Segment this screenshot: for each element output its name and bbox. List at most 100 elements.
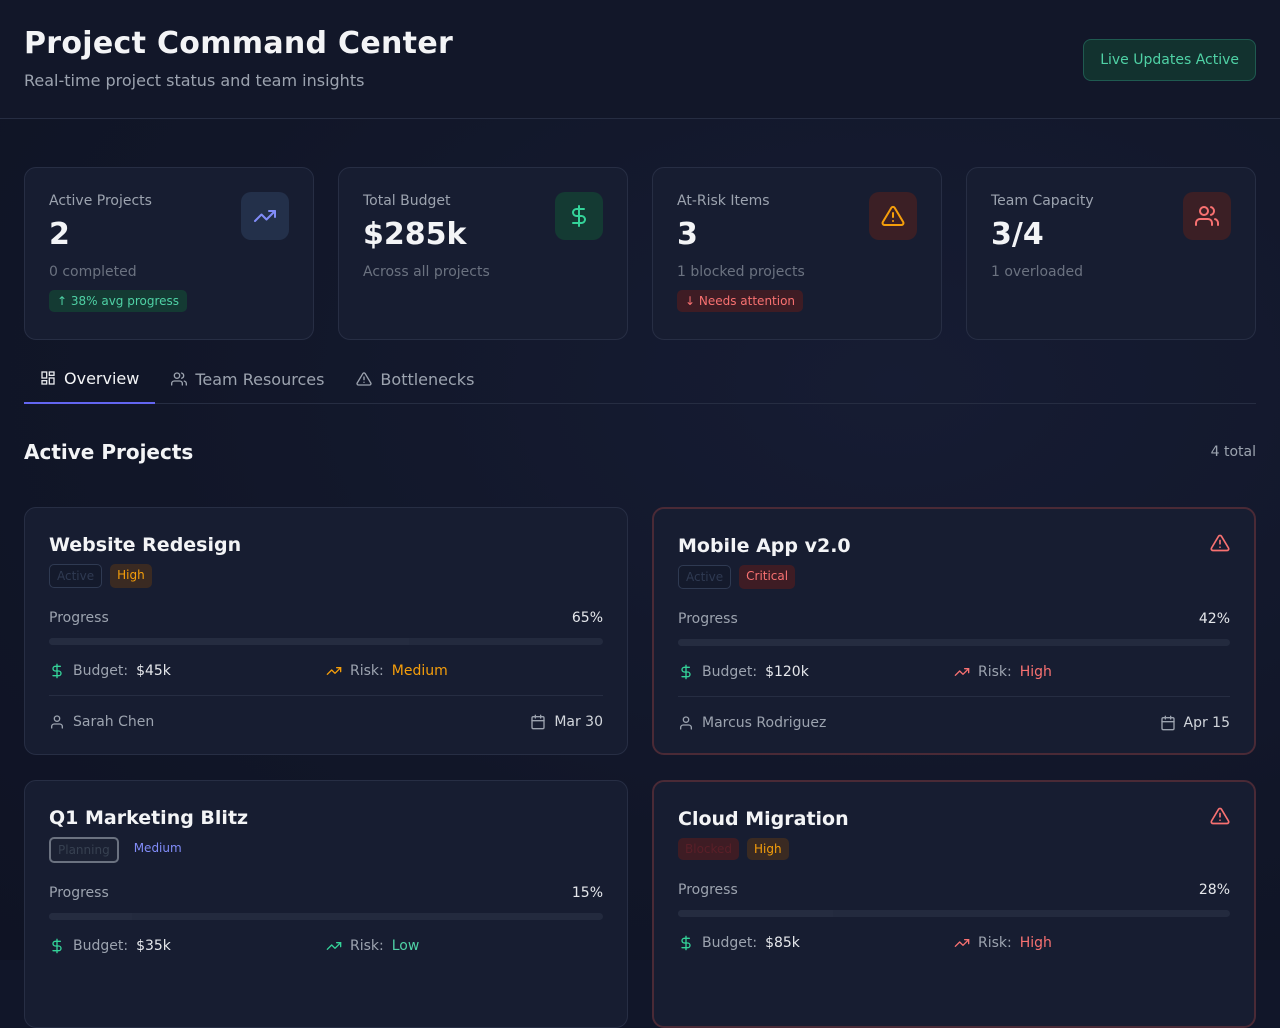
risk-value: High xyxy=(1019,935,1052,951)
risk-label: Risk: xyxy=(978,664,1012,680)
budget-label: Budget: xyxy=(702,664,758,680)
progress-fill xyxy=(49,638,410,645)
trending-up-icon xyxy=(326,663,342,679)
risk-value: High xyxy=(1019,664,1052,680)
owner-name: Marcus Rodriguez xyxy=(702,715,827,731)
project-title: Mobile App v2.0 xyxy=(678,535,851,557)
progress-label: Progress xyxy=(49,885,109,901)
budget-value: $85k xyxy=(765,935,800,951)
trending-up-icon xyxy=(326,938,342,954)
tab-label: Team Resources xyxy=(195,369,325,389)
progress-label: Progress xyxy=(49,610,109,626)
stat-card-at-risk: At-Risk Items 3 1 blocked projects ↓ Nee… xyxy=(652,167,942,340)
progress-fill xyxy=(678,910,833,917)
project-card[interactable]: Mobile App v2.0 Active Critical Progress… xyxy=(652,507,1256,755)
dollar-icon xyxy=(678,664,694,680)
stat-sub: 1 blocked projects xyxy=(677,264,805,280)
progress-bar xyxy=(678,910,1230,917)
project-card[interactable]: Website Redesign Active High Progress 65… xyxy=(24,507,628,755)
trending-up-icon xyxy=(241,192,289,240)
calendar-icon xyxy=(1160,715,1176,731)
live-updates-button[interactable]: Live Updates Active xyxy=(1083,39,1256,81)
stats-row: Active Projects 2 0 completed ↑ 38% avg … xyxy=(24,167,1256,340)
stat-card-team-capacity: Team Capacity 3/4 1 overloaded xyxy=(966,167,1256,340)
progress-value: 42% xyxy=(1198,611,1230,627)
trending-up-icon xyxy=(954,664,970,680)
budget-label: Budget: xyxy=(73,938,129,954)
alert-triangle-icon xyxy=(1210,533,1230,553)
tab-label: Bottlenecks xyxy=(380,369,475,389)
progress-value: 15% xyxy=(571,885,603,901)
budget-value: $120k xyxy=(765,664,809,680)
progress-fill xyxy=(49,913,133,920)
tab-overview[interactable]: Overview xyxy=(24,354,156,404)
stat-sub: Across all projects xyxy=(363,264,490,280)
progress-bar xyxy=(49,638,603,645)
project-card[interactable]: Q1 Marketing Blitz Planning Medium Progr… xyxy=(24,780,628,1028)
priority-badge: Critical xyxy=(739,565,796,589)
page-header: Project Command Center Real-time project… xyxy=(0,0,1280,119)
status-badge: Active xyxy=(678,565,732,589)
progress-value: 65% xyxy=(571,610,603,626)
dollar-icon xyxy=(555,192,603,240)
budget-label: Budget: xyxy=(702,935,758,951)
priority-badge: High xyxy=(110,564,152,588)
dollar-icon xyxy=(678,935,694,951)
page-subtitle: Real-time project status and team insigh… xyxy=(24,71,365,90)
user-icon xyxy=(49,714,65,730)
project-title: Website Redesign xyxy=(49,534,242,556)
tab-label: Overview xyxy=(64,368,140,388)
progress-label: Progress xyxy=(678,611,738,627)
priority-badge: Medium xyxy=(133,841,182,855)
divider xyxy=(49,695,603,696)
status-badge: Active xyxy=(49,564,103,588)
budget-label: Budget: xyxy=(73,663,129,679)
project-card[interactable]: Cloud Migration Blocked High Progress 28… xyxy=(652,780,1256,1028)
user-icon xyxy=(678,715,694,731)
status-badge: Planning xyxy=(49,837,119,863)
grid-icon xyxy=(40,370,56,386)
dollar-icon xyxy=(49,938,65,954)
risk-value: Low xyxy=(391,938,420,954)
page-title: Project Command Center xyxy=(24,26,454,61)
risk-label: Risk: xyxy=(350,663,384,679)
dollar-icon xyxy=(49,663,65,679)
projects-grid: Website Redesign Active High Progress 65… xyxy=(24,507,1256,1028)
risk-value: Medium xyxy=(391,663,448,679)
progress-fill xyxy=(678,639,910,646)
alert-triangle-icon xyxy=(869,192,917,240)
calendar-icon xyxy=(530,714,546,730)
stat-card-active-projects: Active Projects 2 0 completed ↑ 38% avg … xyxy=(24,167,314,340)
users-icon xyxy=(1183,192,1231,240)
section-title: Active Projects xyxy=(24,440,194,464)
trending-up-icon xyxy=(954,935,970,951)
due-date: Apr 15 xyxy=(1183,715,1230,731)
alert-triangle-icon xyxy=(1210,806,1230,826)
priority-badge: High xyxy=(747,838,789,860)
alert-triangle-icon xyxy=(356,371,373,387)
progress-bar xyxy=(49,913,603,920)
budget-value: $45k xyxy=(136,663,171,679)
stat-badge: ↑ 38% avg progress xyxy=(49,290,188,312)
tab-bottlenecks[interactable]: Bottlenecks xyxy=(340,354,490,404)
stat-sub: 1 overloaded xyxy=(991,264,1083,280)
section-count: 4 total xyxy=(1210,444,1256,460)
divider xyxy=(678,696,1230,697)
budget-value: $35k xyxy=(136,938,171,954)
stat-card-total-budget: Total Budget $285k Across all projects xyxy=(338,167,628,340)
progress-value: 28% xyxy=(1198,882,1230,898)
project-title: Cloud Migration xyxy=(678,808,849,830)
progress-label: Progress xyxy=(678,882,738,898)
tab-team-resources[interactable]: Team Resources xyxy=(155,354,340,404)
stat-badge: ↓ Needs attention xyxy=(677,290,804,312)
owner-name: Sarah Chen xyxy=(73,714,155,730)
tab-bar: Overview Team Resources Bottlenecks xyxy=(24,354,1256,404)
project-title: Q1 Marketing Blitz xyxy=(49,807,249,829)
risk-label: Risk: xyxy=(978,935,1012,951)
risk-label: Risk: xyxy=(350,938,384,954)
stat-sub: 0 completed xyxy=(49,264,137,280)
due-date: Mar 30 xyxy=(554,714,603,730)
progress-bar xyxy=(678,639,1230,646)
status-badge: Blocked xyxy=(678,838,740,860)
user-icon xyxy=(171,371,188,387)
